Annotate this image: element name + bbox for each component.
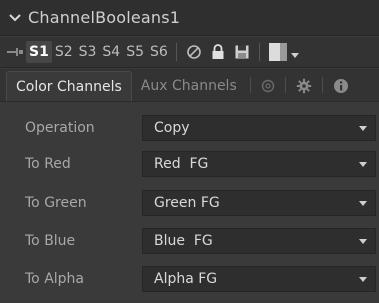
- gear-icon[interactable]: [290, 71, 318, 101]
- chevron-down-icon[interactable]: [8, 11, 22, 25]
- slot-s3[interactable]: S3: [76, 41, 100, 63]
- to-alpha-dropdown[interactable]: Alpha FG: [142, 266, 376, 292]
- toolbar-divider: [258, 43, 260, 61]
- slot-s1[interactable]: S1: [26, 41, 52, 63]
- slot-s4[interactable]: S4: [99, 41, 123, 63]
- to-alpha-label: To Alpha: [25, 271, 84, 287]
- to-alpha-row: To Alpha Alpha FG: [0, 266, 379, 292]
- to-blue-row: To Blue Blue FG: [0, 228, 379, 254]
- image-icon[interactable]: [255, 71, 281, 101]
- to-red-dropdown[interactable]: Red FG: [142, 151, 376, 177]
- disable-icon[interactable]: [185, 43, 203, 61]
- operation-value: Copy: [154, 120, 190, 136]
- tab-divider: [249, 77, 251, 93]
- tab-divider: [284, 77, 286, 93]
- to-blue-dropdown[interactable]: Blue FG: [142, 228, 376, 254]
- chevron-down-icon: [359, 162, 367, 167]
- to-green-row: To Green Green FG: [0, 190, 379, 216]
- to-red-row: To Red Red FG: [0, 151, 379, 177]
- toolbar-divider: [175, 43, 177, 61]
- node-header[interactable]: ChannelBooleans1: [0, 0, 379, 36]
- pin-icon[interactable]: [4, 47, 26, 57]
- to-green-dropdown[interactable]: Green FG: [142, 190, 376, 216]
- to-blue-value: Blue FG: [154, 233, 213, 249]
- to-red-value: Red FG: [154, 156, 209, 172]
- operation-label: Operation: [25, 120, 95, 136]
- to-red-label: To Red: [25, 156, 71, 172]
- lock-icon[interactable]: [209, 43, 227, 61]
- chevron-down-icon[interactable]: [290, 43, 299, 62]
- chevron-down-icon: [359, 201, 367, 206]
- node-title: ChannelBooleans1: [28, 8, 181, 27]
- info-icon[interactable]: [327, 71, 355, 101]
- color-swatch-icon[interactable]: [268, 43, 287, 61]
- to-alpha-value: Alpha FG: [154, 271, 218, 287]
- node-toolbar: S1 S2 S3 S4 S5 S6: [0, 37, 379, 68]
- to-blue-label: To Blue: [25, 233, 76, 249]
- slot-s6[interactable]: S6: [147, 41, 171, 63]
- chevron-down-icon: [359, 126, 367, 131]
- tab-aux-channels[interactable]: Aux Channels: [132, 71, 246, 101]
- parameters-panel: Operation Copy To Red Red FG To Green Gr…: [0, 103, 379, 303]
- tab-bar: Color Channels Aux Channels: [0, 69, 379, 102]
- slot-s2[interactable]: S2: [52, 41, 76, 63]
- save-icon[interactable]: [233, 43, 251, 61]
- chevron-down-icon: [359, 277, 367, 282]
- slot-s5[interactable]: S5: [123, 41, 147, 63]
- to-green-label: To Green: [25, 195, 87, 211]
- chevron-down-icon: [359, 239, 367, 244]
- tab-color-channels[interactable]: Color Channels: [6, 71, 132, 101]
- tab-divider: [321, 77, 323, 93]
- operation-dropdown[interactable]: Copy: [142, 115, 376, 141]
- operation-row: Operation Copy: [0, 115, 379, 141]
- to-green-value: Green FG: [154, 195, 220, 211]
